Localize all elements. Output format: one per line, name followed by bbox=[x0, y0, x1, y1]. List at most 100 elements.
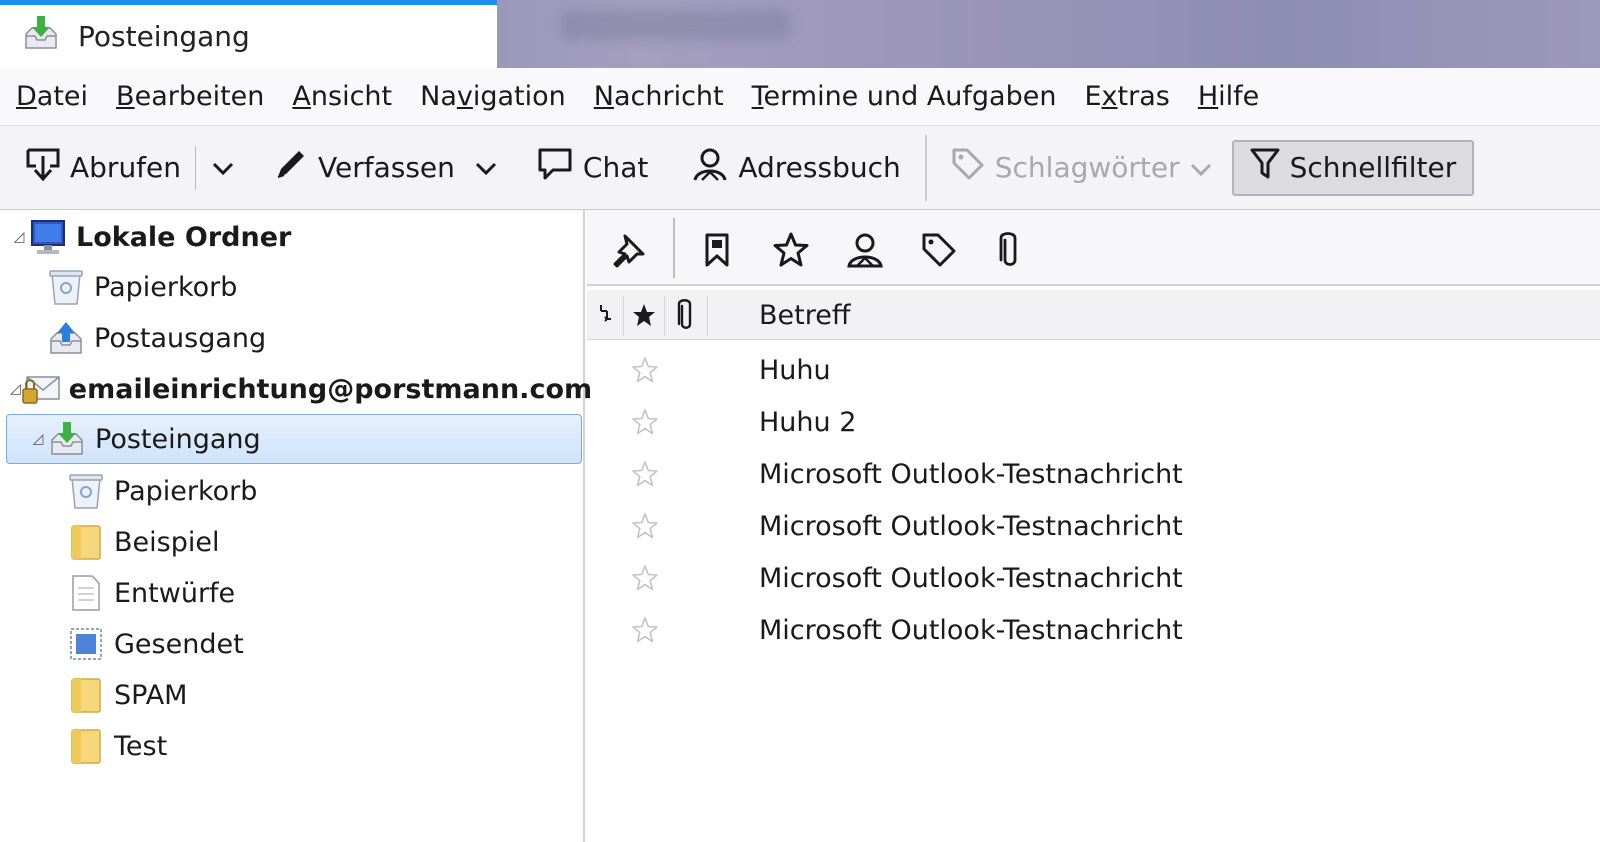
twisty-open-icon[interactable]: ◿ bbox=[10, 381, 21, 397]
subject-column-header[interactable]: Betreff bbox=[759, 290, 850, 340]
tag-icon bbox=[951, 147, 985, 188]
tab-title: Posteingang bbox=[78, 20, 250, 53]
tab-bar: Posteingang bbox=[0, 0, 1600, 68]
thread-column-header: Betreff bbox=[587, 290, 1600, 340]
folder-label: Papierkorb bbox=[114, 475, 258, 507]
download-icon bbox=[26, 146, 60, 189]
contact-icon bbox=[692, 146, 728, 189]
write-dropdown[interactable] bbox=[469, 140, 503, 196]
star-outline-icon[interactable] bbox=[631, 460, 659, 488]
pencil-icon bbox=[274, 147, 308, 188]
folder-test[interactable]: Test bbox=[66, 721, 566, 771]
folder-local-trash[interactable]: Papierkorb bbox=[46, 262, 566, 312]
folder-label: Beispiel bbox=[114, 526, 220, 558]
attachment-filter-icon[interactable] bbox=[987, 228, 1031, 272]
folder-sent[interactable]: Gesendet bbox=[66, 619, 566, 669]
write-button[interactable]: Verfassen bbox=[270, 140, 459, 196]
trash-icon bbox=[46, 267, 86, 307]
message-row[interactable]: Microsoft Outlook-Testnachricht bbox=[587, 448, 1600, 500]
attachment-column-icon[interactable] bbox=[665, 290, 707, 340]
outbox-icon bbox=[46, 318, 86, 358]
tags-button[interactable]: Schlagwörter bbox=[947, 140, 1216, 196]
tag-filter-icon[interactable] bbox=[917, 228, 961, 272]
menu-events-tasks[interactable]: Termine und Aufgaben bbox=[752, 81, 1057, 112]
message-subject: Microsoft Outlook-Testnachricht bbox=[759, 562, 1183, 594]
inbox-icon bbox=[47, 419, 87, 459]
star-column-icon[interactable] bbox=[624, 290, 664, 340]
folder-label: Posteingang bbox=[95, 423, 261, 455]
folder-label: SPAM bbox=[114, 679, 188, 711]
sticky-pin-icon[interactable] bbox=[607, 228, 651, 272]
menu-view[interactable]: Ansicht bbox=[292, 81, 392, 112]
menu-tools[interactable]: Extras bbox=[1084, 81, 1169, 112]
menu-file[interactable]: Datei bbox=[16, 81, 88, 112]
star-outline-icon[interactable] bbox=[631, 564, 659, 592]
star-filter-icon[interactable] bbox=[769, 228, 813, 272]
folder-icon bbox=[66, 675, 106, 715]
folder-pane: ◿ Lokale Ordner Papierkorb Postausgang ◿… bbox=[0, 210, 592, 842]
toolbar-separator bbox=[195, 145, 197, 190]
unread-filter-icon[interactable] bbox=[695, 228, 739, 272]
get-messages-button[interactable]: Abrufen bbox=[22, 140, 185, 196]
main-toolbar: Abrufen Verfassen Chat Adressbuch Schlag… bbox=[0, 126, 1600, 210]
folder-trash[interactable]: Papierkorb bbox=[66, 466, 566, 516]
twisty-open-icon[interactable]: ◿ bbox=[10, 229, 28, 245]
toolbar-separator bbox=[924, 134, 927, 201]
chat-bubble-icon bbox=[537, 147, 573, 188]
folder-label: Entwürfe bbox=[114, 577, 236, 609]
folder-drafts[interactable]: Entwürfe bbox=[66, 568, 566, 618]
folder-example[interactable]: Beispiel bbox=[66, 517, 566, 567]
sent-icon bbox=[66, 624, 106, 664]
computer-icon bbox=[28, 217, 68, 257]
contact-filter-icon[interactable] bbox=[843, 228, 887, 272]
thread-column-icon[interactable] bbox=[587, 290, 623, 340]
star-outline-icon[interactable] bbox=[631, 356, 659, 384]
folder-label: Lokale Ordner bbox=[76, 221, 292, 253]
address-book-label: Adressbuch bbox=[738, 151, 901, 184]
folder-icon bbox=[66, 522, 106, 562]
chevron-down-icon bbox=[1190, 151, 1212, 184]
get-messages-dropdown[interactable] bbox=[206, 140, 240, 196]
address-book-button[interactable]: Adressbuch bbox=[688, 140, 904, 196]
folder-local-outbox[interactable]: Postausgang bbox=[46, 313, 566, 363]
filter-icon bbox=[1250, 147, 1280, 188]
star-outline-icon[interactable] bbox=[631, 616, 659, 644]
menu-edit[interactable]: Bearbeiten bbox=[116, 81, 264, 112]
filter-separator bbox=[673, 218, 675, 278]
menu-bar: Datei Bearbeiten Ansicht Navigation Nach… bbox=[0, 68, 1600, 126]
twisty-open-icon[interactable]: ◿ bbox=[29, 431, 47, 447]
message-row[interactable]: Microsoft Outlook-Testnachricht bbox=[587, 500, 1600, 552]
quick-filter-bar bbox=[587, 210, 1600, 286]
menu-help[interactable]: Hilfe bbox=[1198, 81, 1259, 112]
message-subject: Microsoft Outlook-Testnachricht bbox=[759, 458, 1183, 490]
folder-label: Test bbox=[114, 730, 168, 762]
folder-spam[interactable]: SPAM bbox=[66, 670, 566, 720]
folder-account[interactable]: ◿ emaileinrichtung@porstmann.com bbox=[10, 364, 592, 414]
get-messages-label: Abrufen bbox=[70, 151, 182, 184]
message-row[interactable]: Microsoft Outlook-Testnachricht bbox=[587, 552, 1600, 604]
trash-icon bbox=[66, 471, 106, 511]
star-outline-icon[interactable] bbox=[631, 408, 659, 436]
mail-account-icon bbox=[21, 369, 61, 409]
message-row[interactable]: Huhu 2 bbox=[587, 396, 1600, 448]
folder-label: Postausgang bbox=[94, 322, 267, 354]
message-row[interactable]: Huhu bbox=[587, 344, 1600, 396]
tab-inbox[interactable]: Posteingang bbox=[0, 0, 497, 68]
message-row[interactable]: Microsoft Outlook-Testnachricht bbox=[587, 604, 1600, 656]
draft-icon bbox=[66, 573, 106, 613]
message-subject: Microsoft Outlook-Testnachricht bbox=[759, 510, 1183, 542]
star-outline-icon[interactable] bbox=[631, 512, 659, 540]
chevron-down-icon bbox=[475, 152, 497, 183]
folder-label: emaileinrichtung@porstmann.com bbox=[68, 373, 593, 405]
background-blur bbox=[560, 10, 790, 40]
menu-navigation[interactable]: Navigation bbox=[420, 81, 566, 112]
menu-message[interactable]: Nachricht bbox=[594, 81, 724, 112]
column-separator bbox=[707, 296, 708, 336]
tags-label: Schlagwörter bbox=[994, 151, 1180, 184]
quick-filter-button[interactable]: Schnellfilter bbox=[1231, 139, 1475, 196]
folder-label: Gesendet bbox=[114, 628, 244, 660]
chat-button[interactable]: Chat bbox=[533, 140, 652, 196]
quick-filter-label: Schnellfilter bbox=[1289, 151, 1457, 184]
folder-local-folders[interactable]: ◿ Lokale Ordner bbox=[10, 212, 580, 262]
folder-inbox[interactable]: ◿ Posteingang bbox=[6, 414, 582, 464]
